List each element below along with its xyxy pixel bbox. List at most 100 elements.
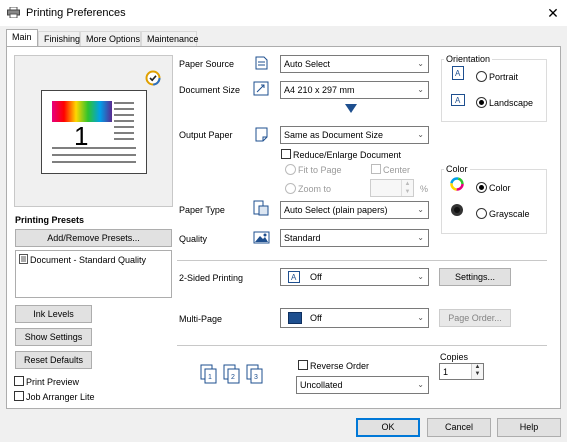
orientation-title: Orientation [444,54,493,64]
document-size-icon [253,81,269,96]
svg-text:A: A [455,69,461,78]
tab-finishing[interactable]: Finishing [38,31,80,46]
color-wheel-icon [450,177,464,191]
svg-text:A: A [291,273,297,282]
chevron-down-icon: ⌄ [417,380,424,389]
job-arranger-checkbox[interactable] [14,391,24,401]
portrait-icon: A [452,66,464,80]
chevron-down-icon: ⌄ [417,59,424,68]
paper-source-label: Paper Source [179,59,235,69]
copies-value: 1 [443,367,449,377]
center-label: Center [383,165,411,175]
copies-label: Copies [440,352,469,362]
copies-spinner[interactable]: ▲ ▼ [471,364,483,379]
reverse-order-label: Reverse Order [310,361,370,371]
color-title: Color [444,164,470,174]
quality-select[interactable]: Standard ⌄ [280,229,429,247]
zoom-to-radio[interactable] [285,183,296,194]
close-icon[interactable]: ✕ [544,4,562,22]
document-icon [19,254,28,264]
reverse-order-checkbox[interactable] [298,360,308,370]
document-size-label: Document Size [179,85,241,95]
reduce-enlarge-checkbox[interactable] [281,149,291,159]
two-sided-settings-button[interactable]: Settings... [439,268,511,286]
chevron-down-icon: ⌄ [417,205,424,214]
grayscale-label: Grayscale [489,209,530,219]
tab-more-options[interactable]: More Options [80,31,141,46]
check-circle-icon [145,70,161,86]
svg-text:3: 3 [254,374,258,381]
landscape-icon: A [451,94,465,106]
quality-label: Quality [179,234,208,244]
preset-item[interactable]: Document - Standard Quality [30,255,146,265]
svg-text:A: A [455,96,461,105]
grayscale-icon [451,204,463,216]
multi-page-select[interactable]: Off ⌄ [280,308,429,328]
tab-main[interactable]: Main [6,29,38,47]
page-order-button[interactable]: Page Order... [439,309,511,327]
two-sided-value: Off [310,272,322,282]
two-sided-select[interactable]: A Off ⌄ [280,268,429,286]
section-divider [177,260,547,261]
center-checkbox[interactable] [371,164,381,174]
chevron-down-icon: ⌄ [417,313,424,322]
chevron-down-icon: ⌄ [417,233,424,242]
quality-icon [253,231,270,244]
ink-levels-button[interactable]: Ink Levels [15,305,92,323]
paper-source-icon [255,56,268,70]
add-remove-presets-button[interactable]: Add/Remove Presets... [15,229,172,247]
color-label: Color [489,183,511,193]
landscape-label: Landscape [489,98,534,108]
color-radio[interactable] [476,182,487,193]
output-paper-select[interactable]: Same as Document Size ⌄ [280,126,429,144]
paper-type-label: Paper Type [179,205,225,215]
multi-page-value: Off [310,313,322,323]
collate-value: Uncollated [300,380,343,390]
window-title: Printing Preferences [26,7,126,19]
svg-text:2: 2 [231,374,235,381]
help-button[interactable]: Help [497,418,561,437]
chevron-down-icon: ⌄ [417,130,424,139]
output-paper-label: Output Paper [179,130,233,140]
chevron-down-icon: ⌄ [417,85,424,94]
color-bar-graphic [52,101,112,122]
document-size-value: A4 210 x 297 mm [284,85,355,95]
quality-value: Standard [284,233,321,243]
ok-button[interactable]: OK [356,418,420,437]
section-divider-2 [177,345,547,346]
paper-type-select[interactable]: Auto Select (plain papers) ⌄ [280,201,429,219]
fit-to-page-label: Fit to Page [298,165,342,175]
output-paper-value: Same as Document Size [284,130,384,140]
fit-to-page-radio[interactable] [285,164,296,175]
svg-text:1: 1 [208,374,212,381]
job-arranger-label: Job Arranger Lite [26,392,95,402]
multi-page-label: Multi-Page [179,314,223,324]
collate-select[interactable]: Uncollated ⌄ [296,376,429,394]
multi-page-icon [288,312,302,324]
tab-maintenance[interactable]: Maintenance [141,31,199,46]
portrait-radio[interactable] [476,71,487,82]
cancel-button[interactable]: Cancel [427,418,491,437]
zoom-to-label: Zoom to [298,184,332,194]
down-arrow-icon [345,104,357,113]
document-size-select[interactable]: A4 210 x 297 mm ⌄ [280,81,429,99]
reduce-enlarge-label: Reduce/Enlarge Document [293,150,402,160]
reset-defaults-button[interactable]: Reset Defaults [15,351,92,369]
chevron-down-icon: ⌄ [417,272,424,281]
printer-icon [7,7,20,18]
zoom-spinner[interactable]: ▲ ▼ [401,180,413,196]
zoom-unit: % [420,184,429,194]
show-settings-button[interactable]: Show Settings [15,328,92,346]
print-preview-checkbox[interactable] [14,376,24,386]
portrait-label: Portrait [489,72,519,82]
grayscale-radio[interactable] [476,208,487,219]
paper-type-value: Auto Select (plain papers) [284,205,388,215]
paper-source-select[interactable]: Auto Select ⌄ [280,55,429,73]
text-lines-bottom-graphic [52,147,136,163]
printing-presets-heading: Printing Presets [15,215,85,225]
landscape-radio[interactable] [476,97,487,108]
two-sided-label: 2-Sided Printing [179,273,244,283]
collate-icon: 1 2 3 [200,364,263,384]
paper-source-value: Auto Select [284,59,331,69]
output-paper-icon [255,127,268,142]
